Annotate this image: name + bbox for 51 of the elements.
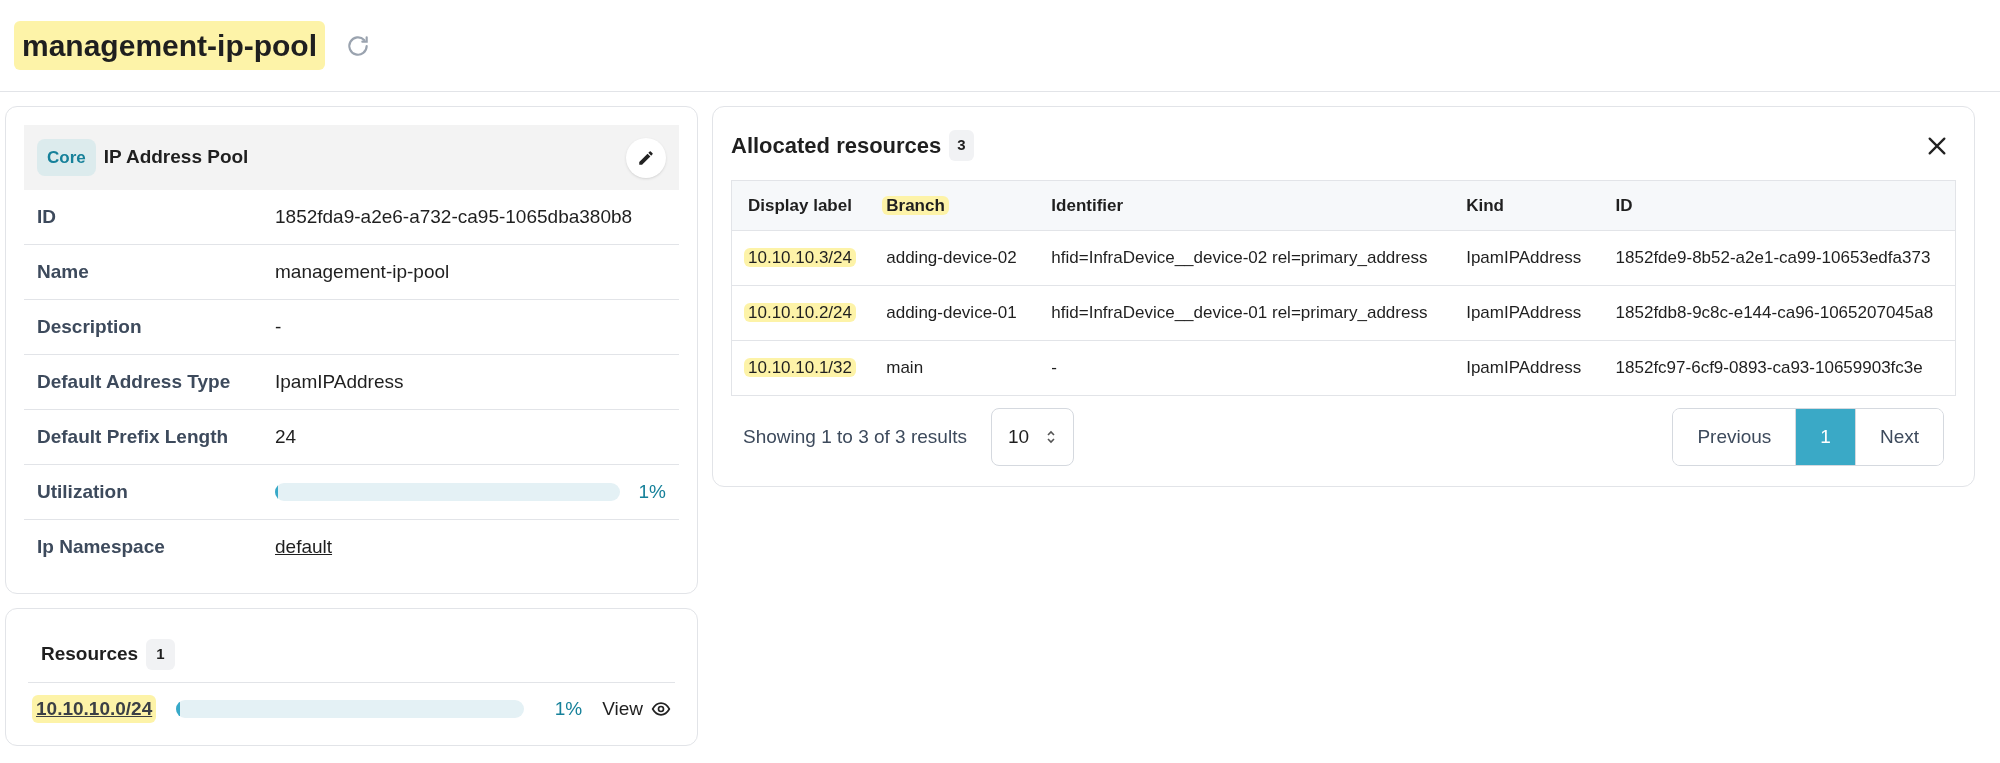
field-value: 1852fda9-a2e6-a732-ca95-1065dba380b8: [275, 204, 633, 229]
field-label: Utilization: [37, 479, 129, 504]
namespace-link[interactable]: default: [275, 533, 333, 562]
view-button[interactable]: View: [602, 694, 671, 723]
page-title: management-ip-pool: [14, 21, 325, 70]
utilization-percent: 1%: [554, 696, 583, 721]
table-cell-text: main: [885, 358, 925, 378]
column-header: ID: [1614, 195, 1634, 215]
table-cell-text: 1852fc97-6cf9-0893-ca93-10659903fc3e: [1614, 358, 1924, 378]
column-header: Identifier: [1050, 195, 1125, 215]
field-label: Name: [37, 259, 90, 284]
table-cell: 10.10.10.1/32: [744, 358, 856, 378]
field-value: IpamIPAddress: [275, 369, 404, 394]
field-value: 24: [275, 424, 297, 449]
table-cell-text: 1852fde9-8b52-a2e1-ca99-10653edfa373: [1614, 248, 1932, 268]
table-cell-text: adding-device-01: [885, 303, 1018, 323]
count-badge: 1: [146, 639, 175, 670]
table-cell: 10.10.10.2/24: [744, 303, 856, 323]
table-cell-text: -: [1050, 358, 1058, 378]
page-size-select[interactable]: 10: [990, 408, 1075, 466]
results-summary: Showing 1 to 3 of 3 results: [743, 424, 967, 449]
field-value: management-ip-pool: [275, 259, 450, 284]
pagination-button[interactable]: Next: [1854, 409, 1943, 465]
field-label: ID: [37, 204, 57, 229]
edit-button[interactable]: [626, 137, 666, 178]
section-title: Resources: [41, 642, 139, 666]
utilization-percent: 1%: [638, 479, 666, 504]
resource-link[interactable]: 10.10.10.0/24: [32, 694, 157, 723]
close-icon[interactable]: [1926, 134, 1948, 157]
section-title: Allocated resources: [731, 132, 942, 160]
table-cell-text: 1852fdb8-9c8c-e144-ca96-1065207045a8: [1614, 303, 1935, 323]
table-cell-text: IpamIPAddress: [1465, 358, 1583, 378]
core-tag: Core: [37, 138, 96, 177]
field-value: -: [275, 314, 282, 339]
field-label: Default Prefix Length: [37, 424, 230, 449]
count-badge: 3: [949, 130, 974, 161]
table-cell-text: hfid=InfraDevice__device-01 rel=primary_address: [1050, 303, 1429, 323]
column-header: Branch: [882, 195, 949, 215]
table-cell-text: hfid=InfraDevice__device-02 rel=primary_address: [1050, 248, 1429, 268]
chevron-icon: [1045, 429, 1058, 445]
card-title: IP Address Pool: [103, 145, 249, 170]
field-label: Description: [37, 314, 143, 339]
pencil-icon: [637, 148, 655, 167]
table-cell: 10.10.10.3/24: [744, 248, 856, 268]
field-label: Default Address Type: [37, 369, 232, 394]
column-header: Kind: [1465, 195, 1505, 215]
column-header: Display label: [747, 195, 853, 215]
field-label: Ip Namespace: [37, 535, 166, 560]
table-cell-text: IpamIPAddress: [1465, 303, 1583, 323]
table-cell-text: adding-device-02: [885, 248, 1018, 268]
table-cell-text: IpamIPAddress: [1465, 248, 1583, 268]
